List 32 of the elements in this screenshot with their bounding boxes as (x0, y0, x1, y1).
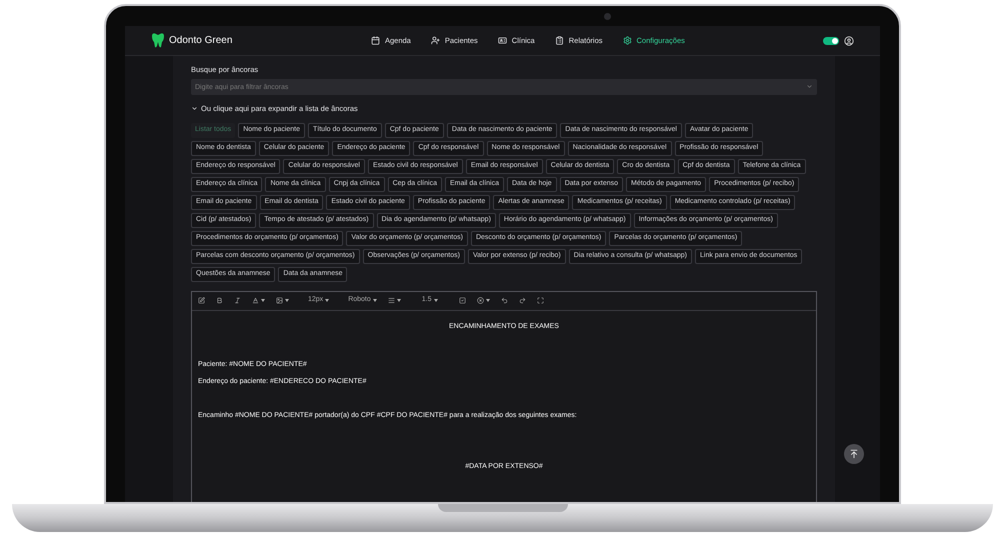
caret-icon (372, 299, 377, 302)
brand-name: Odonto Green (169, 34, 232, 48)
user-plus-icon (430, 36, 440, 45)
settings-icon (622, 36, 632, 45)
theme-toggle[interactable] (823, 36, 839, 44)
calendar-icon (371, 36, 380, 45)
caret-icon (325, 299, 330, 302)
redo-icon[interactable] (518, 297, 526, 304)
caret-icon (285, 299, 289, 302)
undo-icon[interactable] (500, 297, 508, 304)
camera-icon (604, 13, 611, 20)
caret-icon (261, 299, 265, 302)
image-icon[interactable] (276, 297, 283, 304)
bold-icon[interactable] (216, 297, 223, 304)
checkbox-icon[interactable] (458, 297, 466, 304)
text-color-icon[interactable] (252, 297, 259, 304)
italic-icon[interactable] (234, 297, 241, 304)
clipboard-icon (554, 36, 564, 45)
scroll-to-top-button[interactable] (844, 444, 864, 464)
align-icon[interactable] (388, 297, 395, 304)
tooth-logo-icon (151, 33, 165, 48)
user-avatar-icon[interactable] (844, 36, 854, 46)
clear-format-icon[interactable] (476, 297, 484, 304)
arrow-up-icon (849, 449, 859, 459)
fullscreen-icon[interactable] (536, 297, 544, 304)
caret-icon (434, 299, 438, 302)
id-card-icon (498, 36, 507, 45)
chevron-icon (191, 105, 198, 112)
caret-icon (486, 299, 490, 302)
chevron-down-icon (806, 83, 813, 90)
caret-icon (396, 299, 401, 302)
edit-icon[interactable] (198, 297, 205, 304)
